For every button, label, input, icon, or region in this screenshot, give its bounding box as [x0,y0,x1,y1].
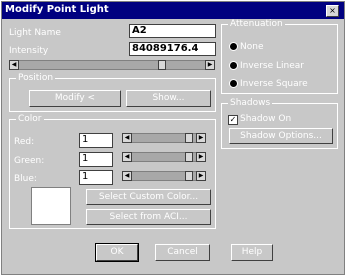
shadow-on-label[interactable]: Shadow On [240,114,291,124]
green-value-field[interactable]: 1 [79,152,113,167]
red-slider-right-arrow-icon[interactable]: ▶ [196,133,206,143]
red-slider[interactable]: ◀ ▶ [122,133,206,143]
color-group-label: Color [16,114,44,124]
shadow-on-checkbox[interactable]: ✓ [228,115,238,125]
green-slider-thumb[interactable] [185,152,193,162]
select-from-aci-button[interactable]: Select from ACI... [86,209,211,225]
blue-value-field[interactable]: 1 [79,170,113,185]
modify-position-button[interactable]: Modify < [29,90,121,107]
intensity-field[interactable]: 84089176.4 [129,42,216,56]
red-value-field[interactable]: 1 [79,133,113,148]
dialog-window: Modify Point Light × Light Name A2 Inten… [1,1,345,275]
scroll-right-arrow-icon[interactable]: ▶ [205,60,215,70]
red-slider-thumb[interactable] [185,133,193,143]
blue-slider-right-arrow-icon[interactable]: ▶ [196,171,206,181]
title-bar[interactable]: Modify Point Light × [2,2,344,19]
scroll-left-arrow-icon[interactable]: ◀ [9,60,19,70]
intensity-scrollbar[interactable]: ◀ ▶ [9,60,215,70]
red-slider-left-arrow-icon[interactable]: ◀ [122,133,132,143]
attenuation-inverse-linear-radio[interactable] [229,61,238,70]
blue-slider[interactable]: ◀ ▶ [122,171,206,181]
color-swatch [31,187,71,225]
window-title: Modify Point Light [5,4,109,15]
intensity-scroll-thumb[interactable] [158,60,166,70]
blue-label: Blue: [14,174,37,184]
close-button[interactable]: × [326,5,339,17]
green-slider[interactable]: ◀ ▶ [122,152,206,162]
light-name-label: Light Name [9,28,61,38]
cancel-button[interactable]: Cancel [155,244,210,261]
green-slider-left-arrow-icon[interactable]: ◀ [122,152,132,162]
show-position-button[interactable]: Show... [126,90,211,107]
select-custom-color-button[interactable]: Select Custom Color... [86,189,211,205]
attenuation-group-label: Attenuation [228,19,285,29]
attenuation-inverse-linear-label[interactable]: Inverse Linear [240,61,304,71]
ok-button[interactable]: OK [95,243,139,262]
shadows-group-label: Shadows [228,98,273,108]
position-group-label: Position [16,73,56,83]
blue-slider-thumb[interactable] [185,171,193,181]
attenuation-inverse-square-label[interactable]: Inverse Square [240,79,308,89]
blue-slider-left-arrow-icon[interactable]: ◀ [122,171,132,181]
intensity-label: Intensity [9,46,49,56]
red-label: Red: [14,137,35,147]
green-slider-right-arrow-icon[interactable]: ▶ [196,152,206,162]
attenuation-none-radio[interactable] [229,42,238,51]
light-name-field[interactable]: A2 [129,24,216,38]
attenuation-none-label[interactable]: None [240,42,263,52]
help-button[interactable]: Help [231,244,273,261]
shadow-options-button[interactable]: Shadow Options... [229,128,333,144]
green-label: Green: [14,156,45,166]
attenuation-inverse-square-radio[interactable] [229,79,238,88]
